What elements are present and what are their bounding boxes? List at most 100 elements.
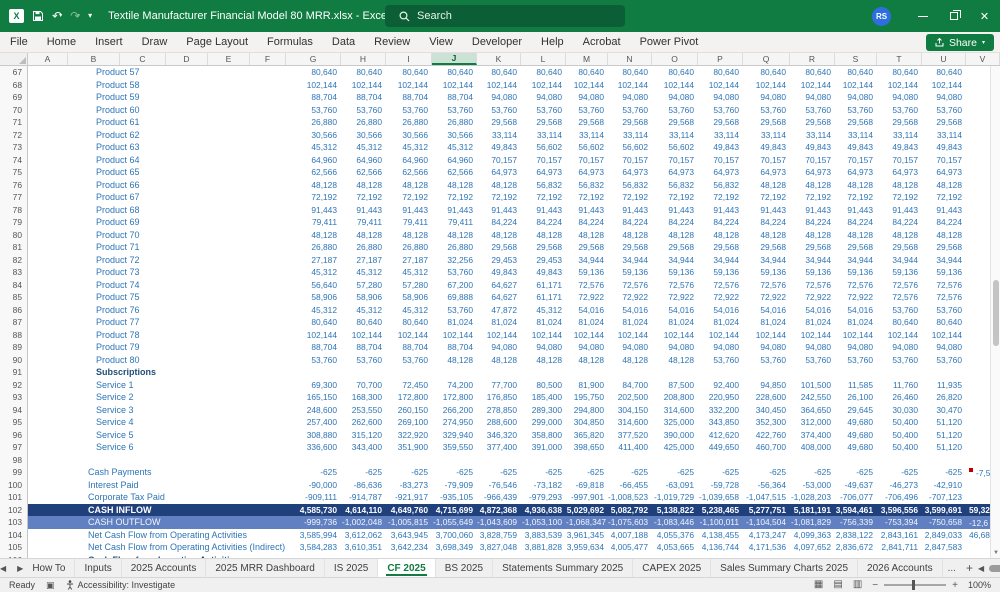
cell-G90[interactable]: 53,760 <box>286 354 341 368</box>
cell-N94[interactable]: 304,150 <box>608 404 652 418</box>
row-header-93[interactable]: 93 <box>0 391 28 405</box>
cell-T94[interactable]: 30,030 <box>877 404 922 418</box>
cell-P69[interactable]: 94,080 <box>698 91 743 105</box>
cell-L99[interactable]: -625 <box>521 466 566 480</box>
cell-J75[interactable]: 62,566 <box>432 166 477 180</box>
cell-S105[interactable]: 2,836,672 <box>835 541 877 555</box>
cell-P101[interactable]: -1,039,658 <box>698 491 743 505</box>
cell-O85[interactable]: 72,922 <box>652 291 698 305</box>
cell-L82[interactable]: 29,453 <box>521 254 566 268</box>
cell-H100[interactable]: -86,636 <box>341 479 386 493</box>
cell-P96[interactable]: 412,620 <box>698 429 743 443</box>
cell-O76[interactable]: 56,832 <box>652 179 698 193</box>
cell-S69[interactable]: 94,080 <box>835 91 877 105</box>
cell-U69[interactable]: 94,080 <box>922 91 966 105</box>
cell-J86[interactable]: 53,760 <box>432 304 477 318</box>
cell-M71[interactable]: 29,568 <box>566 116 608 130</box>
row-label-85[interactable]: Product 75 <box>68 291 286 305</box>
cell-G79[interactable]: 79,411 <box>286 216 341 230</box>
cell-M99[interactable]: -625 <box>566 466 608 480</box>
cell-R104[interactable]: 4,099,363 <box>790 529 835 543</box>
cell-T70[interactable]: 53,760 <box>877 104 922 118</box>
cell-L101[interactable]: -979,293 <box>521 491 566 505</box>
cell-S92[interactable]: 11,585 <box>835 379 877 393</box>
cell-L105[interactable]: 3,881,828 <box>521 541 566 555</box>
cell-S93[interactable]: 26,100 <box>835 391 877 405</box>
cell-G67[interactable]: 80,640 <box>286 66 341 80</box>
row-label-100[interactable]: Interest Paid <box>68 479 286 493</box>
cell-O97[interactable]: 425,000 <box>652 441 698 455</box>
cell-J69[interactable]: 88,704 <box>432 91 477 105</box>
cell-K70[interactable]: 53,760 <box>477 104 521 118</box>
cell-M94[interactable]: 294,800 <box>566 404 608 418</box>
cell-L102[interactable]: 4,936,638 <box>521 504 566 518</box>
cell-T103[interactable]: -753,394 <box>877 516 922 530</box>
cell-I80[interactable]: 48,128 <box>386 229 432 243</box>
save-icon[interactable] <box>32 10 44 22</box>
cell-I78[interactable]: 91,443 <box>386 204 432 218</box>
cell-H84[interactable]: 57,280 <box>341 279 386 293</box>
cell-S86[interactable]: 54,016 <box>835 304 877 318</box>
normal-view-icon[interactable]: ▦ <box>814 580 823 590</box>
cell-R95[interactable]: 312,000 <box>790 416 835 430</box>
cell-R99[interactable]: -625 <box>790 466 835 480</box>
cell-O100[interactable]: -63,091 <box>652 479 698 493</box>
cell-P104[interactable]: 4,138,455 <box>698 529 743 543</box>
col-header-I[interactable]: I <box>386 53 432 65</box>
cell-H74[interactable]: 64,960 <box>341 154 386 168</box>
cell-S78[interactable]: 91,443 <box>835 204 877 218</box>
cell-I74[interactable]: 64,960 <box>386 154 432 168</box>
cell-R69[interactable]: 94,080 <box>790 91 835 105</box>
col-header-H[interactable]: H <box>341 53 386 65</box>
cell-U97[interactable]: 51,120 <box>922 441 966 455</box>
cell-R102[interactable]: 5,181,191 <box>790 504 835 518</box>
cell-U75[interactable]: 64,973 <box>922 166 966 180</box>
search-box[interactable]: Search <box>385 5 625 27</box>
cell-Q97[interactable]: 460,700 <box>743 441 790 455</box>
zoom-out-icon[interactable]: − <box>872 580 878 591</box>
cell-U94[interactable]: 30,470 <box>922 404 966 418</box>
cell-L95[interactable]: 299,000 <box>521 416 566 430</box>
row-header-89[interactable]: 89 <box>0 341 28 355</box>
cell-U77[interactable]: 72,192 <box>922 191 966 205</box>
cell-P85[interactable]: 72,922 <box>698 291 743 305</box>
row-label-101[interactable]: Corporate Tax Paid <box>68 491 286 505</box>
cell-P82[interactable]: 34,944 <box>698 254 743 268</box>
cell-L86[interactable]: 45,312 <box>521 304 566 318</box>
cell-H102[interactable]: 4,614,110 <box>341 504 386 518</box>
cell-S72[interactable]: 33,114 <box>835 129 877 143</box>
cell-K90[interactable]: 48,128 <box>477 354 521 368</box>
cell-T76[interactable]: 48,128 <box>877 179 922 193</box>
row-label-92[interactable]: Service 1 <box>68 379 286 393</box>
col-header-L[interactable]: L <box>521 53 566 65</box>
row-header-100[interactable]: 100 <box>0 479 28 493</box>
cell-N78[interactable]: 91,443 <box>608 204 652 218</box>
cell-M88[interactable]: 102,144 <box>566 329 608 343</box>
cell-Q82[interactable]: 34,944 <box>743 254 790 268</box>
cell-P70[interactable]: 53,760 <box>698 104 743 118</box>
cell-M84[interactable]: 72,576 <box>566 279 608 293</box>
cell-N75[interactable]: 64,973 <box>608 166 652 180</box>
cell-M89[interactable]: 94,080 <box>566 341 608 355</box>
cell-R94[interactable]: 364,650 <box>790 404 835 418</box>
sheet-tab-how-to[interactable]: How To <box>23 559 75 577</box>
cell-M90[interactable]: 48,128 <box>566 354 608 368</box>
cell-I72[interactable]: 30,566 <box>386 129 432 143</box>
cell-G89[interactable]: 88,704 <box>286 341 341 355</box>
row-header-73[interactable]: 73 <box>0 141 28 155</box>
cell-S85[interactable]: 72,922 <box>835 291 877 305</box>
cell-S76[interactable]: 48,128 <box>835 179 877 193</box>
cell-U105[interactable]: 2,847,583 <box>922 541 966 555</box>
cell-Q102[interactable]: 5,277,751 <box>743 504 790 518</box>
cell-S73[interactable]: 49,843 <box>835 141 877 155</box>
cell-J102[interactable]: 4,715,699 <box>432 504 477 518</box>
cell-M100[interactable]: -69,818 <box>566 479 608 493</box>
cell-O83[interactable]: 59,136 <box>652 266 698 280</box>
cell-G104[interactable]: 3,585,994 <box>286 529 341 543</box>
cell-T86[interactable]: 53,760 <box>877 304 922 318</box>
row-label-106[interactable]: Cash Flow from Investing Activities <box>68 554 286 559</box>
menu-view[interactable]: View <box>429 36 453 48</box>
cell-Q73[interactable]: 49,843 <box>743 141 790 155</box>
row-header-105[interactable]: 105 <box>0 541 28 555</box>
cell-S80[interactable]: 48,128 <box>835 229 877 243</box>
